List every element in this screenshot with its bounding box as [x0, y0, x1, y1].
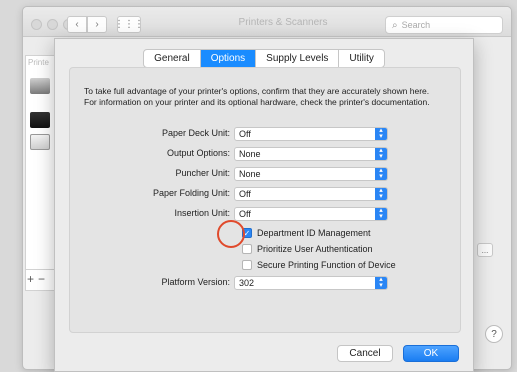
printer-list-header: Printe	[28, 58, 49, 67]
close-window-button[interactable]	[31, 19, 42, 30]
tab-supply-levels[interactable]: Supply Levels	[256, 50, 340, 67]
search-placeholder: Search	[401, 20, 431, 30]
select-value: 302	[239, 278, 255, 288]
tab-general[interactable]: General	[144, 50, 201, 67]
options-description: To take full advantage of your printer's…	[84, 86, 430, 107]
back-button[interactable]: ‹	[67, 16, 87, 33]
option-label: Paper Deck Unit:	[161, 128, 230, 138]
output-options-select[interactable]: None ▴ ▾	[234, 147, 388, 161]
select-value: None	[239, 169, 261, 179]
checkbox-row-prioritize-auth[interactable]: Prioritize User Authentication	[242, 243, 373, 255]
printer-icon[interactable]	[30, 112, 50, 128]
option-row-insertion: Insertion Unit: Off ▴ ▾	[70, 207, 462, 221]
printer-list-controls: + −	[25, 269, 55, 287]
checkbox-label: Department ID Management	[257, 228, 371, 238]
cancel-button[interactable]: Cancel	[337, 345, 393, 362]
printer-list[interactable]: Printe	[25, 55, 55, 291]
insertion-unit-select[interactable]: Off ▴ ▾	[234, 207, 388, 221]
updown-arrows-icon: ▴ ▾	[375, 167, 387, 180]
updown-arrows-icon: ▴ ▾	[375, 276, 387, 289]
printer-icon[interactable]	[30, 78, 50, 94]
tab-bar: General Options Supply Levels Utility	[55, 49, 473, 68]
show-all-button[interactable]: ⋮⋮⋮	[114, 16, 144, 33]
option-label: Output Options:	[166, 148, 230, 158]
chevron-right-icon: ›	[95, 19, 99, 30]
checkbox-label: Secure Printing Function of Device	[257, 260, 396, 270]
checkbox-label: Prioritize User Authentication	[257, 244, 373, 254]
updown-arrows-icon: ▴ ▾	[375, 147, 387, 160]
search-input[interactable]: ⌕ Search	[385, 16, 503, 34]
option-label: Paper Folding Unit:	[152, 188, 230, 198]
tab-utility[interactable]: Utility	[339, 50, 383, 67]
ok-button[interactable]: OK	[403, 345, 459, 362]
options-supplies-button[interactable]: ...	[477, 243, 493, 257]
options-panel: To take full advantage of your printer's…	[69, 67, 461, 333]
select-value: Off	[239, 209, 251, 219]
puncher-unit-select[interactable]: None ▴ ▾	[234, 167, 388, 181]
printer-options-sheet: General Options Supply Levels Utility To…	[54, 38, 474, 372]
checkbox-row-department-id[interactable]: ✓ Department ID Management	[242, 227, 371, 239]
grid-icon: ⋮⋮⋮	[114, 19, 144, 30]
paper-folding-select[interactable]: Off ▴ ▾	[234, 187, 388, 201]
add-printer-button[interactable]: +	[27, 272, 34, 286]
updown-arrows-icon: ▴ ▾	[375, 127, 387, 140]
option-row-output: Output Options: None ▴ ▾	[70, 147, 462, 161]
select-value: Off	[239, 129, 251, 139]
option-label: Platform Version:	[161, 277, 230, 287]
secure-printing-checkbox[interactable]	[242, 260, 252, 270]
paper-deck-select[interactable]: Off ▴ ▾	[234, 127, 388, 141]
search-icon: ⌕	[392, 19, 398, 31]
minimize-window-button[interactable]	[47, 19, 58, 30]
option-row-paper-folding: Paper Folding Unit: Off ▴ ▾	[70, 187, 462, 201]
platform-version-select[interactable]: 302 ▴ ▾	[234, 276, 388, 290]
printer-icon[interactable]	[30, 134, 50, 150]
updown-arrows-icon: ▴ ▾	[375, 207, 387, 220]
checkbox-row-secure-printing[interactable]: Secure Printing Function of Device	[242, 259, 396, 271]
highlight-circle-annotation	[217, 220, 245, 248]
titlebar: ‹ › ⋮⋮⋮ Printers & Scanners ⌕ Search	[23, 7, 511, 37]
tab-options[interactable]: Options	[200, 50, 257, 67]
option-row-paper-deck: Paper Deck Unit: Off ▴ ▾	[70, 127, 462, 141]
option-row-puncher: Puncher Unit: None ▴ ▾	[70, 167, 462, 181]
forward-button[interactable]: ›	[87, 16, 107, 33]
prioritize-auth-checkbox[interactable]	[242, 244, 252, 254]
help-button[interactable]: ?	[485, 325, 503, 343]
select-value: Off	[239, 189, 251, 199]
select-value: None	[239, 149, 261, 159]
chevron-left-icon: ‹	[75, 19, 79, 30]
option-row-platform: Platform Version: 302 ▴ ▾	[70, 276, 462, 290]
option-label: Puncher Unit:	[175, 168, 230, 178]
tab-group: General Options Supply Levels Utility	[143, 49, 385, 68]
remove-printer-button[interactable]: −	[38, 272, 45, 286]
window-title: Printers & Scanners	[238, 17, 328, 28]
option-label: Insertion Unit:	[174, 208, 230, 218]
updown-arrows-icon: ▴ ▾	[375, 187, 387, 200]
